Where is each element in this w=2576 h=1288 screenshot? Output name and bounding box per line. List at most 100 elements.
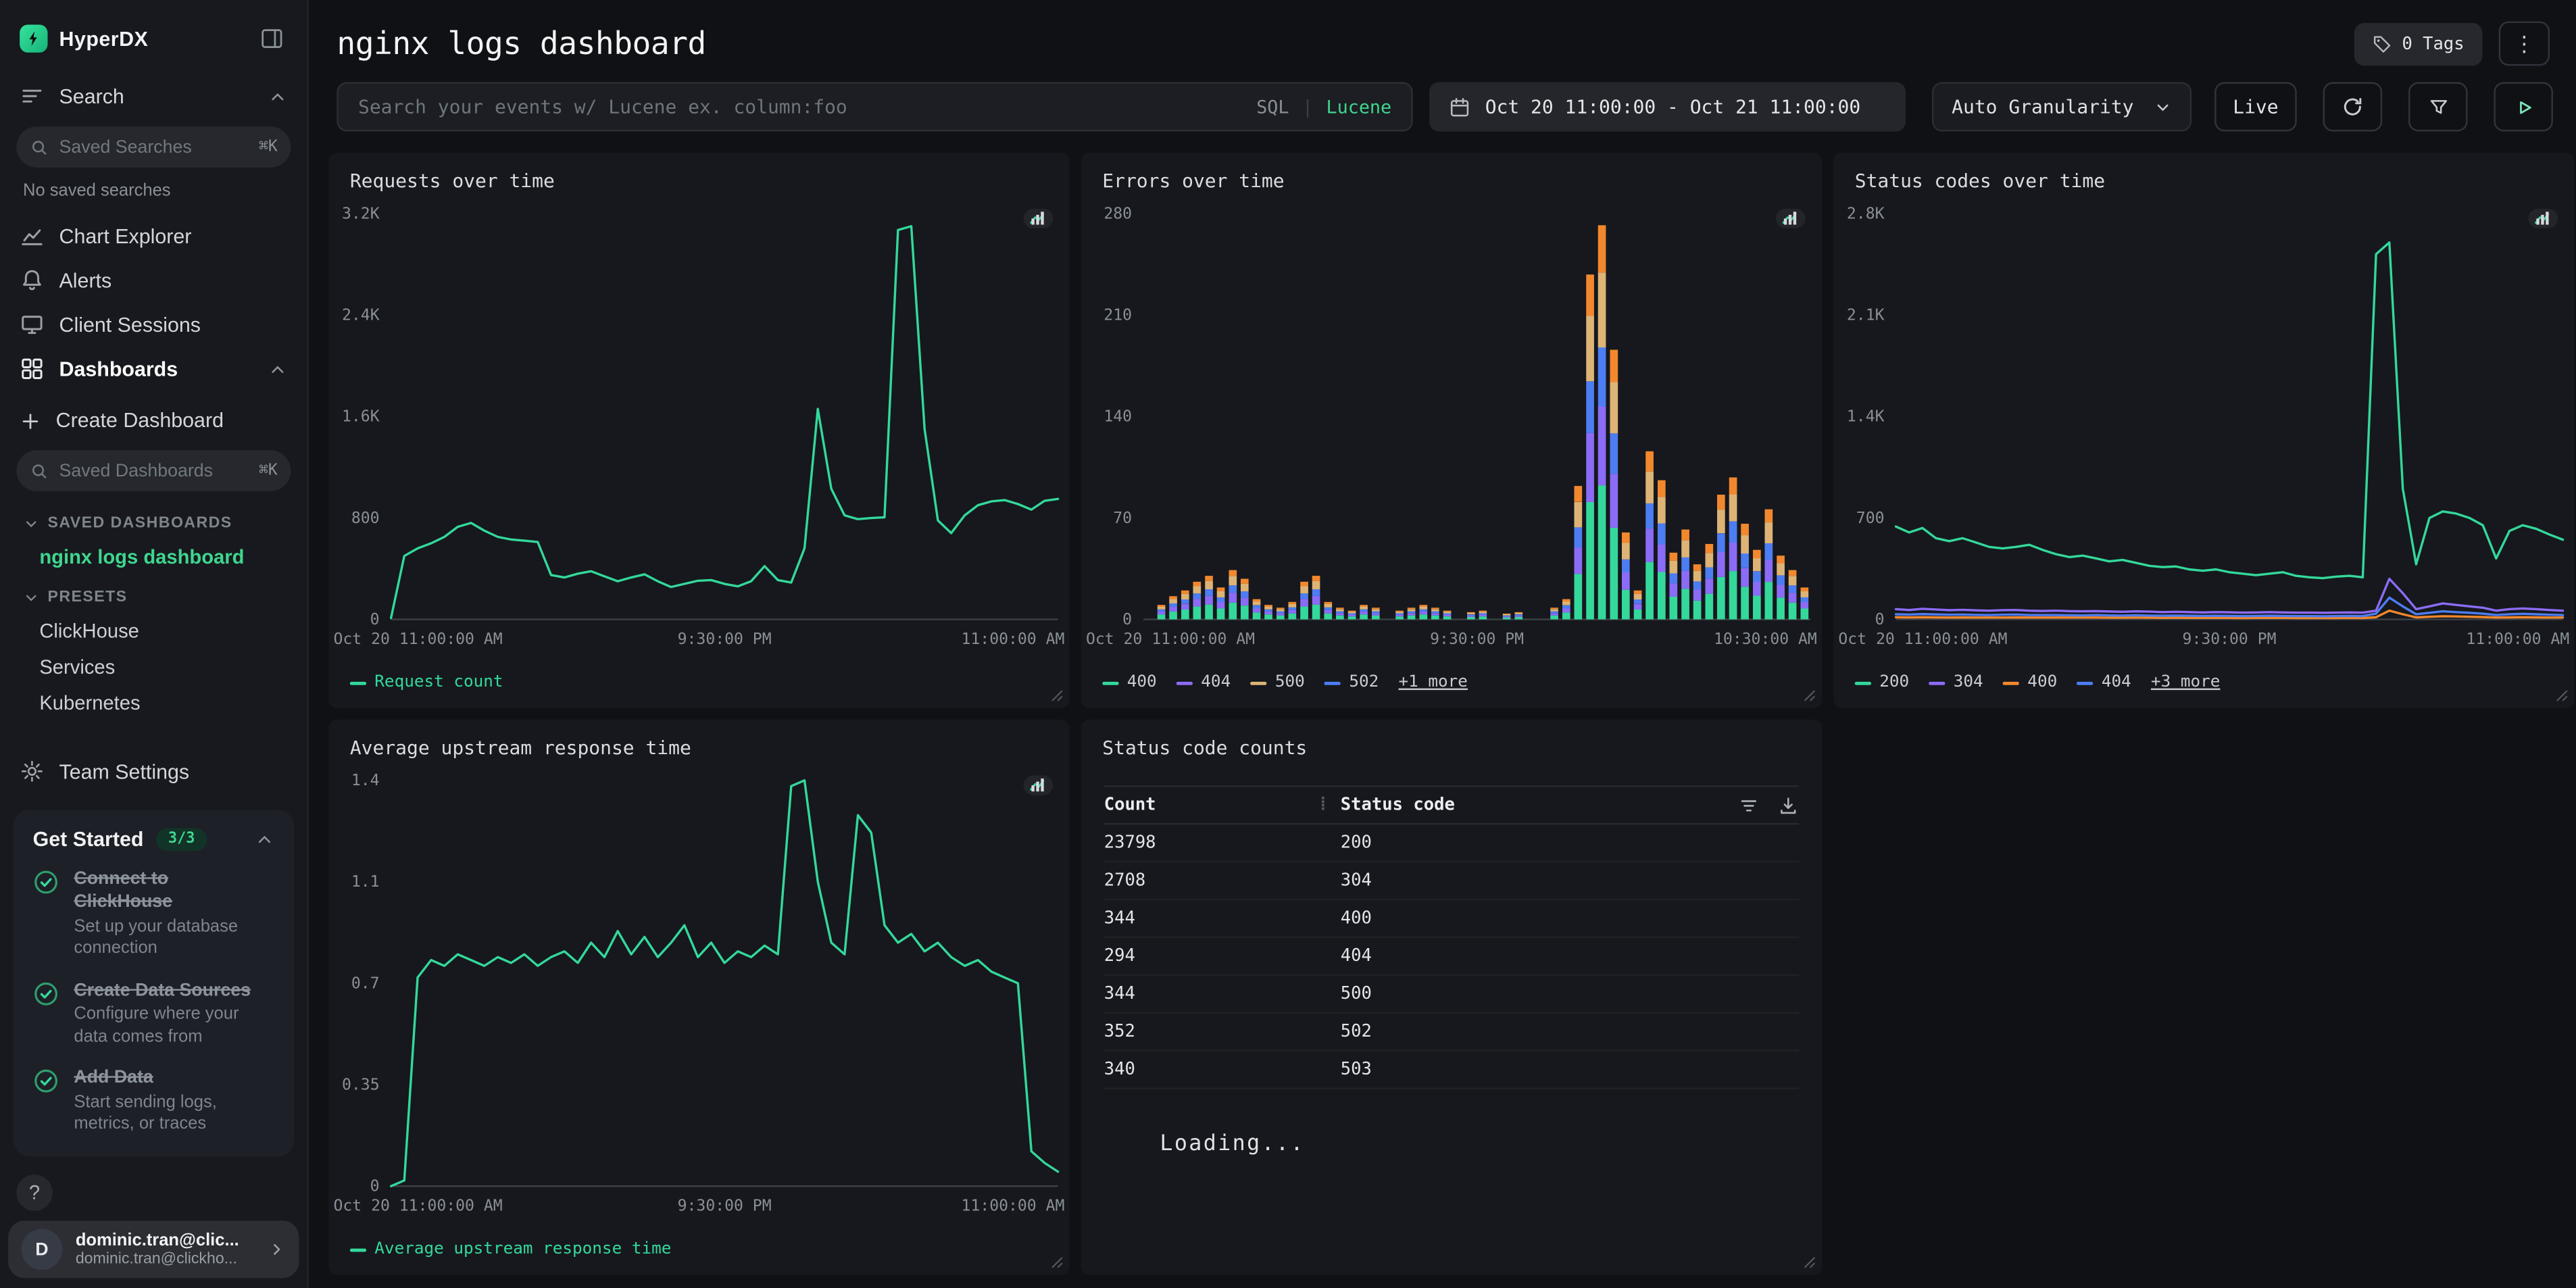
- panel-status-codes-over-time: Status codes over time 07001.4K2.1K2.8KO…: [1833, 153, 2574, 708]
- gear-icon: [20, 759, 44, 783]
- sidebar-item-dashboards[interactable]: Dashboards: [0, 347, 307, 391]
- table-row[interactable]: 2708304: [1104, 862, 1799, 900]
- date-range-value: Oct 20 11:00:00 - Oct 21 11:00:00: [1485, 95, 1860, 118]
- more-menu-button[interactable]: ⋮: [2499, 22, 2550, 66]
- resize-handle-icon[interactable]: [1049, 689, 1064, 703]
- get-started-step-connect[interactable]: Connect to ClickHouse Set up your databa…: [33, 868, 274, 961]
- resize-handle-icon[interactable]: [2554, 689, 2569, 703]
- plus-icon: [20, 410, 41, 432]
- get-started-header[interactable]: Get Started 3/3: [33, 828, 274, 851]
- table-row[interactable]: 344500: [1104, 976, 1799, 1014]
- chevron-down-icon: [23, 515, 39, 531]
- create-dashboard-button[interactable]: Create Dashboard: [0, 399, 307, 442]
- legend-item: 200: [1855, 674, 1909, 692]
- download-icon[interactable]: [1777, 794, 1799, 816]
- column-header-count[interactable]: Count: [1104, 795, 1318, 815]
- sidebar-header: HyperDX: [0, 0, 307, 74]
- date-range-input[interactable]: Oct 20 11:00:00 - Oct 21 11:00:00: [1429, 82, 1906, 132]
- run-query-button[interactable]: [2494, 82, 2553, 132]
- chart-type-toggle[interactable]: [2528, 209, 2558, 228]
- svg-text:Oct 20 11:00:00 AM: Oct 20 11:00:00 AM: [1086, 630, 1255, 648]
- sidebar-item-nginx-logs-dashboard[interactable]: nginx logs dashboard: [0, 539, 307, 574]
- chart-type-toggle[interactable]: [1776, 209, 1806, 228]
- svg-text:9:30:00 PM: 9:30:00 PM: [2183, 630, 2277, 648]
- legend-more-link[interactable]: +3 more: [2151, 674, 2220, 692]
- search-icon: [30, 461, 49, 480]
- step-title: Connect to ClickHouse: [74, 868, 268, 915]
- cell-count: 352: [1104, 1022, 1341, 1041]
- hyperdx-logo[interactable]: HyperDX: [20, 24, 148, 52]
- resize-handle-icon[interactable]: [1802, 689, 1817, 703]
- legend-item: 500: [1250, 674, 1304, 692]
- sidebar-item-chart-explorer[interactable]: Chart Explorer: [0, 214, 307, 258]
- chart-type-toggle[interactable]: [1024, 209, 1054, 228]
- page-title: nginx logs dashboard: [337, 26, 705, 61]
- chart-legend: 200304400404+3 more: [1833, 668, 2574, 708]
- svg-text:1.6K: 1.6K: [342, 408, 380, 426]
- chart-line-icon: [20, 224, 44, 248]
- shortcut-hint: ⌘K: [259, 138, 278, 156]
- user-menu[interactable]: D dominic.tran@clic... dominic.tran@clic…: [8, 1220, 299, 1278]
- get-started-step-sources[interactable]: Create Data Sources Configure where your…: [33, 979, 274, 1049]
- filter-rows-icon[interactable]: [1738, 794, 1760, 816]
- chevron-up-icon[interactable]: [268, 359, 287, 378]
- resize-handle-icon[interactable]: [1049, 1255, 1064, 1270]
- filter-button[interactable]: [2408, 82, 2468, 132]
- grid-icon: [20, 357, 44, 381]
- bar-chart-icon[interactable]: [1024, 775, 1054, 795]
- legend-swatch: [1324, 681, 1341, 685]
- sidebar-item-kubernetes[interactable]: Kubernetes: [0, 685, 307, 721]
- table-row[interactable]: 23798200: [1104, 824, 1799, 862]
- legend-more-link[interactable]: +1 more: [1398, 674, 1467, 692]
- svg-text:10:30:00 AM: 10:30:00 AM: [1714, 630, 1817, 648]
- sidebar-section-search[interactable]: Search: [0, 74, 307, 118]
- chevron-up-icon[interactable]: [268, 86, 287, 106]
- sidebar-item-client-sessions[interactable]: Client Sessions: [0, 302, 307, 347]
- tags-button[interactable]: 0 Tags: [2354, 22, 2482, 65]
- svg-text:280: 280: [1104, 205, 1132, 222]
- table-row[interactable]: 340503: [1104, 1051, 1799, 1089]
- event-search-input[interactable]: Search your events w/ Lucene ex. column:…: [337, 82, 1412, 132]
- svg-text:0: 0: [1122, 611, 1132, 628]
- saved-dashboards-input[interactable]: Saved Dashboards ⌘K: [16, 450, 291, 491]
- sidebar-item-team-settings[interactable]: Team Settings: [0, 749, 307, 794]
- svg-text:2.4K: 2.4K: [342, 307, 380, 324]
- svg-text:2.8K: 2.8K: [1847, 205, 1885, 222]
- cell-status-code: 502: [1341, 1022, 1372, 1041]
- bar-chart-icon[interactable]: [1024, 209, 1054, 228]
- table-row[interactable]: 344400: [1104, 900, 1799, 938]
- get-started-step-add-data[interactable]: Add Data Start sending logs, metrics, or…: [33, 1067, 274, 1137]
- sidebar-item-services[interactable]: Services: [0, 649, 307, 685]
- legend-swatch: [1102, 681, 1118, 685]
- sql-mode-button[interactable]: SQL: [1256, 96, 1289, 118]
- table-row[interactable]: 352502: [1104, 1014, 1799, 1051]
- sidebar-item-alerts[interactable]: Alerts: [0, 258, 307, 303]
- collapse-sidebar-button[interactable]: [256, 23, 287, 54]
- chevron-up-icon[interactable]: [255, 830, 274, 849]
- column-resize-handle[interactable]: ⁞: [1318, 793, 1341, 816]
- step-desc: Start sending logs, metrics, or traces: [74, 1092, 271, 1137]
- table-row[interactable]: 294404: [1104, 938, 1799, 976]
- presets-section-toggle[interactable]: PRESETS: [0, 575, 307, 613]
- bar-chart-icon[interactable]: [1776, 209, 1806, 228]
- help-button[interactable]: ?: [16, 1174, 52, 1210]
- cell-status-code: 503: [1341, 1060, 1372, 1079]
- get-started-card: Get Started 3/3 Connect to ClickHouse Se…: [13, 810, 294, 1157]
- refresh-button[interactable]: [2323, 82, 2383, 132]
- bar-chart-icon[interactable]: [2528, 209, 2558, 228]
- saved-dashboards-section-toggle[interactable]: SAVED DASHBOARDS: [0, 501, 307, 539]
- dashboard-grid: Requests over time 08001.6K2.4K3.2KOct 2…: [309, 131, 2576, 1274]
- saved-searches-input[interactable]: Saved Searches ⌘K: [16, 126, 291, 168]
- column-header-status-code[interactable]: Status code: [1341, 795, 1738, 815]
- lucene-mode-button[interactable]: Lucene: [1327, 96, 1392, 118]
- chart-type-toggle[interactable]: [1024, 775, 1054, 795]
- chart-legend: 400404500502+1 more: [1081, 668, 1822, 708]
- live-button[interactable]: Live: [2214, 82, 2297, 132]
- status-codes-line-chart: 07001.4K2.1K2.8KOct 20 11:00:00 AM9:30:0…: [1833, 199, 2574, 668]
- resize-handle-icon[interactable]: [1802, 1255, 1817, 1270]
- granularity-select[interactable]: Auto Granularity: [1932, 82, 2191, 132]
- sidebar-item-clickhouse[interactable]: ClickHouse: [0, 613, 307, 649]
- legend-item: 404: [1176, 674, 1231, 692]
- svg-text:700: 700: [1856, 510, 1885, 527]
- panel-requests-over-time: Requests over time 08001.6K2.4K3.2KOct 2…: [328, 153, 1069, 708]
